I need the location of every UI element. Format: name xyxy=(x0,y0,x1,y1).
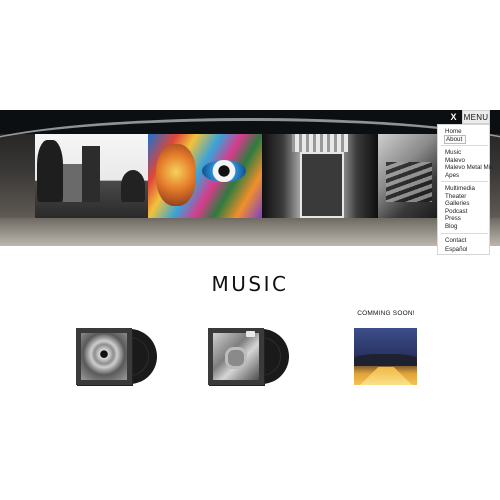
banner-photo-stairs xyxy=(378,134,440,218)
menu-item-home[interactable]: Home xyxy=(445,128,462,135)
menu-divider xyxy=(441,145,488,146)
menu-item-blog[interactable]: Blog xyxy=(445,223,457,230)
album-art-eye xyxy=(81,333,127,380)
menu-item-contact[interactable]: Contact xyxy=(445,237,466,244)
album-art-sculpture xyxy=(213,333,259,380)
nav-dropdown-menu: Home About Music Malevo Malevo Metal Mix… xyxy=(437,124,493,255)
coming-soon-label: COMMING SOON! xyxy=(357,310,415,317)
menu-item-galleries[interactable]: Galleries xyxy=(445,200,469,207)
coming-soon-image[interactable] xyxy=(354,328,417,385)
menu-item-malevo-metal-mix[interactable]: Malevo Metal Mix xyxy=(445,164,493,171)
album-sticker xyxy=(246,331,255,337)
menu-item-malevo[interactable]: Malevo xyxy=(445,157,465,164)
menu-item-apes[interactable]: Apes xyxy=(445,172,459,179)
menu-item-theater[interactable]: Theater xyxy=(445,193,466,200)
banner-photo-hallway xyxy=(262,134,378,218)
banner-floor xyxy=(0,218,500,246)
menu-divider xyxy=(441,233,488,234)
album-record-2[interactable] xyxy=(208,328,290,385)
banner-photo-city xyxy=(35,134,148,218)
hero-banner xyxy=(0,110,500,246)
menu-item-multimedia[interactable]: Multimedia xyxy=(445,185,475,192)
menu-item-music[interactable]: Music xyxy=(445,149,461,156)
album-cover xyxy=(208,328,264,385)
close-menu-button[interactable]: X xyxy=(446,110,461,124)
menu-item-podcast[interactable]: Podcast xyxy=(445,208,467,215)
menu-divider xyxy=(441,181,488,182)
album-record-1[interactable] xyxy=(76,328,158,385)
album-cover xyxy=(76,328,132,385)
banner-photo-graffiti xyxy=(148,134,262,218)
menu-item-about[interactable]: About xyxy=(444,135,467,144)
menu-button[interactable]: MENU xyxy=(462,110,490,124)
page-title: MUSIC xyxy=(211,272,289,296)
menu-item-espanol[interactable]: Español xyxy=(445,246,467,253)
menu-item-press[interactable]: Press xyxy=(445,215,461,222)
